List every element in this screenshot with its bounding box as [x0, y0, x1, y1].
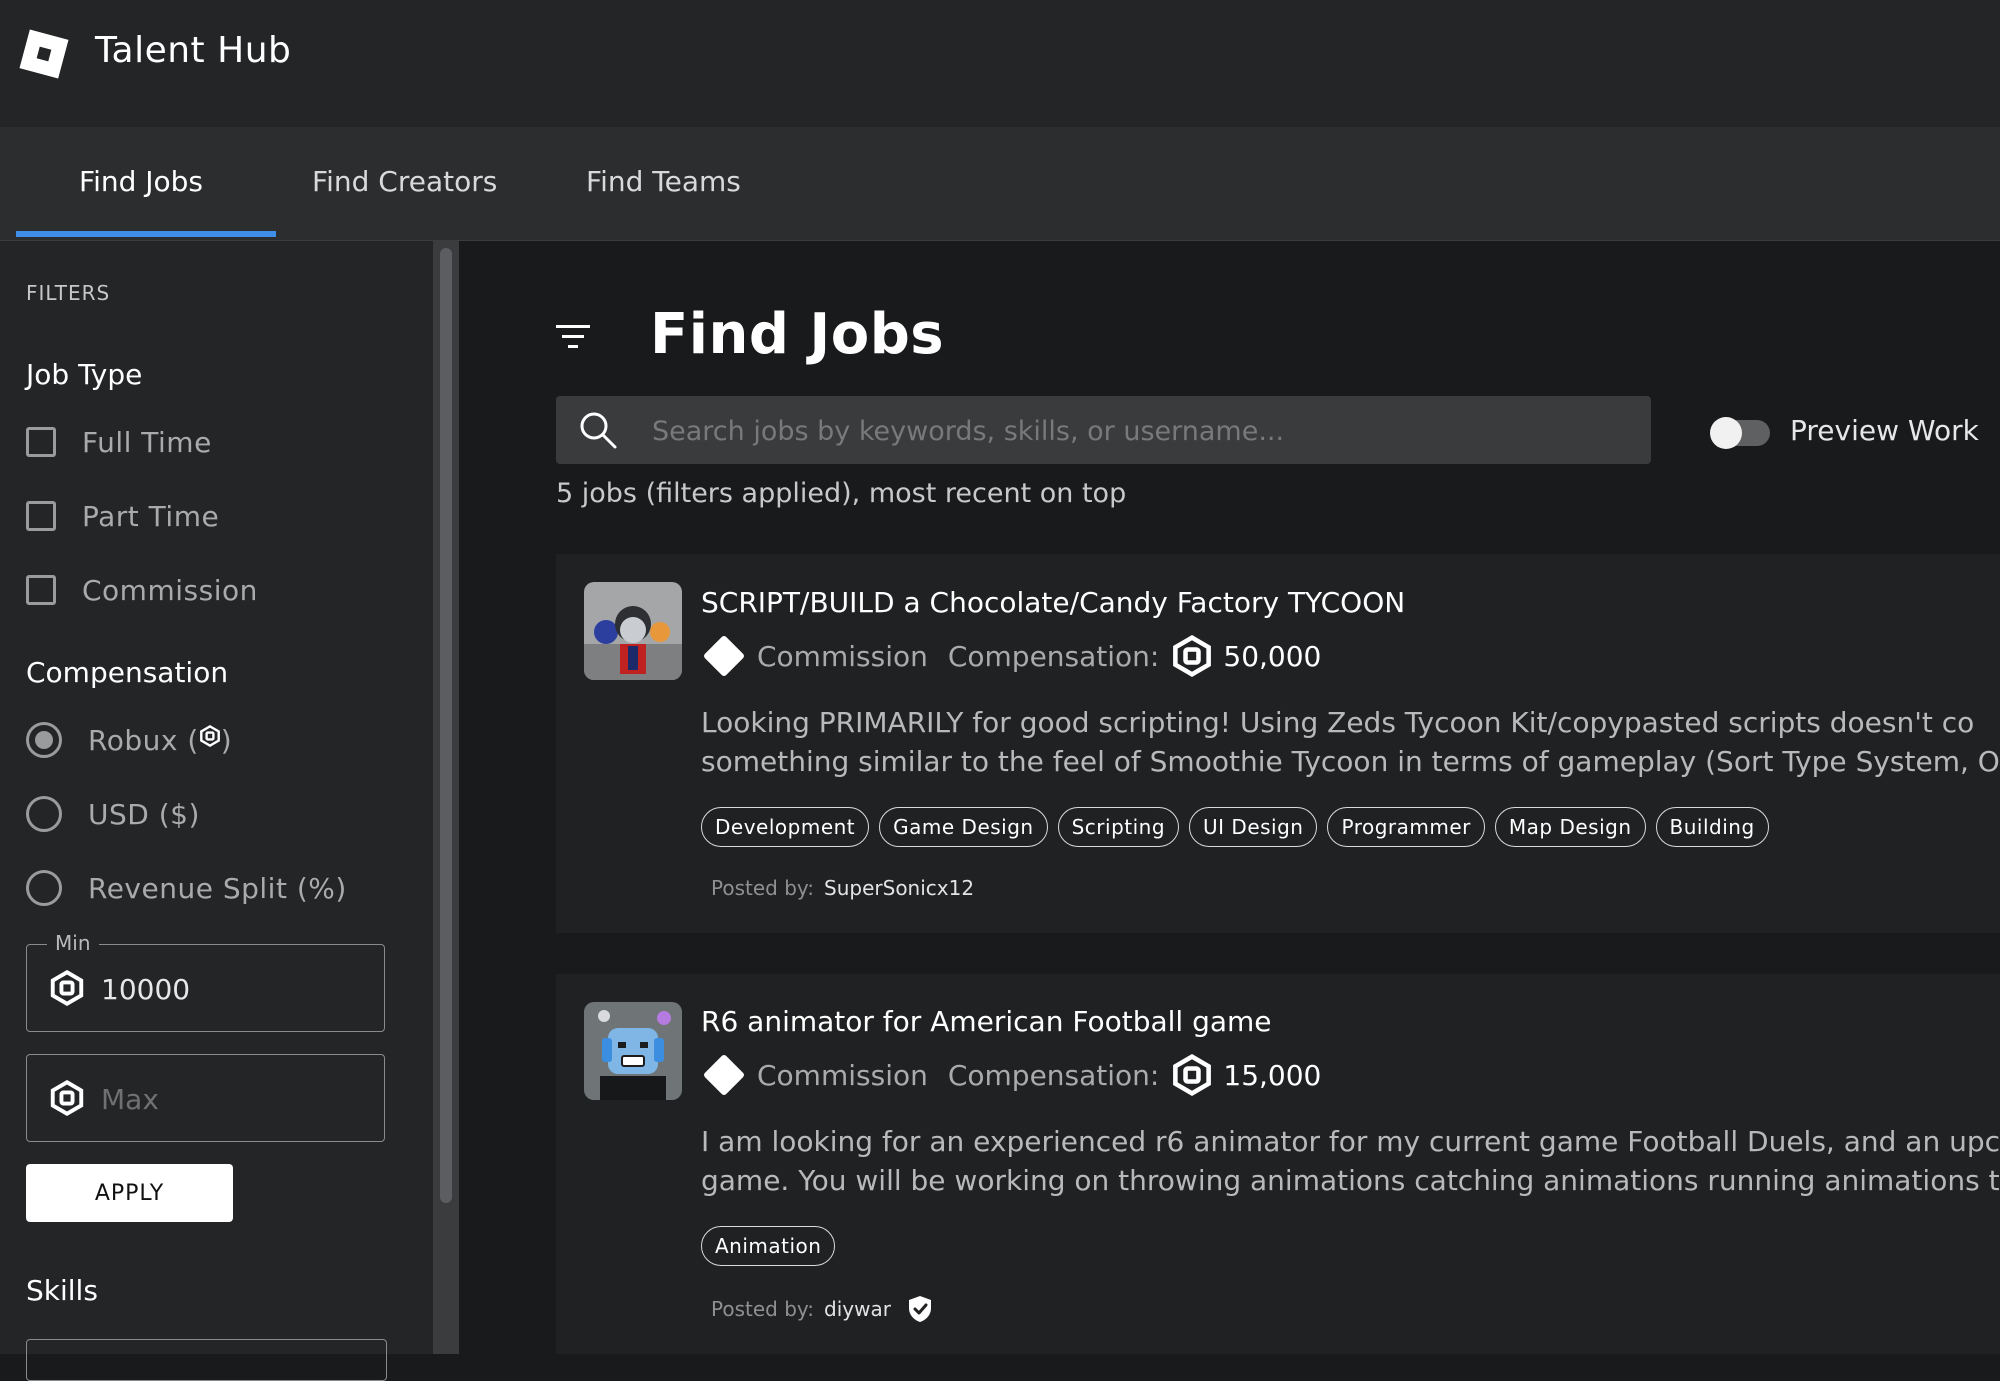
commission-checkbox[interactable]	[26, 575, 56, 605]
app-title[interactable]: Talent Hub	[95, 30, 291, 71]
preview-work-toggle[interactable]	[1710, 417, 1770, 449]
robux-icon	[50, 1080, 84, 1116]
tag-chip[interactable]: Scripting	[1057, 807, 1180, 847]
avatar-image	[584, 1002, 682, 1100]
sidebar-scrollbar-thumb[interactable]	[440, 248, 452, 1203]
search-icon	[580, 412, 617, 449]
tag-chip[interactable]: Map Design	[1494, 807, 1646, 847]
compensation-amount: 50,000	[1223, 639, 1322, 673]
tag-chip[interactable]: Animation	[701, 1226, 836, 1266]
commission-type-icon	[702, 634, 746, 678]
tab-find-teams[interactable]: Find Teams	[586, 165, 741, 198]
job-title[interactable]: SCRIPT/BUILD a Chocolate/Candy Factory T…	[701, 586, 1405, 619]
tag-chip[interactable]: UI Design	[1189, 807, 1318, 847]
robux-label-suffix: )	[220, 723, 233, 757]
tag-chip[interactable]: Programmer	[1327, 807, 1485, 847]
filter-revenue-split[interactable]: Revenue Split (%)	[26, 868, 347, 908]
compensation-label: Compensation:	[947, 639, 1160, 673]
min-input[interactable]	[99, 965, 373, 1013]
max-compensation-field[interactable]	[26, 1054, 385, 1142]
poster-username[interactable]: SuperSonicx12	[824, 876, 974, 900]
compensation-amount: 15,000	[1223, 1058, 1322, 1092]
compensation-title: Compensation	[26, 656, 229, 689]
filter-robux[interactable]: Robux ()	[26, 720, 232, 760]
filter-part-time[interactable]: Part Time	[26, 496, 219, 536]
job-title[interactable]: R6 animator for American Football game	[701, 1005, 1272, 1038]
active-tab-indicator	[16, 231, 276, 237]
tab-find-jobs[interactable]: Find Jobs	[79, 165, 203, 198]
verified-badge-icon	[908, 1296, 931, 1322]
preview-work-label: Preview Work	[1790, 414, 1979, 447]
job-description-line-2: game. You will be working on throwing an…	[701, 1164, 2000, 1197]
filter-full-time[interactable]: Full Time	[26, 422, 212, 462]
usd-label: USD ($)	[88, 797, 200, 831]
avatar-image	[584, 582, 682, 680]
compensation-label: Compensation:	[947, 1058, 1160, 1092]
revenue-split-label: Revenue Split (%)	[88, 871, 347, 905]
posted-by-label: Posted by:	[711, 1297, 815, 1321]
job-card[interactable]: R6 animator for American Football game C…	[556, 974, 2000, 1354]
filter-usd[interactable]: USD ($)	[26, 794, 200, 834]
page-title: Find Jobs	[650, 302, 945, 367]
job-type: Commission	[757, 1058, 928, 1092]
part-time-label: Part Time	[82, 499, 220, 533]
robux-label: Robux ()	[88, 724, 232, 757]
commission-label: Commission	[82, 573, 258, 607]
job-avatar[interactable]	[584, 582, 682, 680]
part-time-checkbox[interactable]	[26, 501, 56, 531]
job-tags: Development Game Design Scripting UI Des…	[701, 807, 1779, 847]
min-legend: Min	[47, 931, 99, 955]
usd-radio[interactable]	[26, 796, 62, 832]
min-compensation-field[interactable]: Min	[26, 931, 385, 1032]
job-meta: Commission Compensation: 15,000	[701, 1050, 1321, 1100]
max-input[interactable]	[99, 1075, 373, 1123]
job-type: Commission	[757, 639, 928, 673]
tab-find-creators[interactable]: Find Creators	[312, 165, 497, 198]
full-time-checkbox[interactable]	[26, 427, 56, 457]
revenue-split-radio[interactable]	[26, 870, 62, 906]
job-avatar[interactable]	[584, 1002, 682, 1100]
job-description-line-2: something similar to the feel of Smoothi…	[701, 745, 2000, 778]
commission-type-icon	[702, 1053, 746, 1097]
job-tags: Animation	[701, 1226, 845, 1266]
tag-chip[interactable]: Game Design	[879, 807, 1048, 847]
robux-icon	[50, 970, 84, 1006]
robux-icon	[1171, 1054, 1213, 1096]
apply-button[interactable]: APPLY	[26, 1164, 233, 1222]
job-card[interactable]: SCRIPT/BUILD a Chocolate/Candy Factory T…	[556, 554, 2000, 933]
preview-work-toggle-knob	[1710, 417, 1742, 449]
job-description-line-1: Looking PRIMARILY for good scripting! Us…	[701, 706, 1975, 739]
filter-menu-icon[interactable]	[556, 322, 590, 352]
tag-chip[interactable]: Development	[701, 807, 870, 847]
posted-by: Posted by: SuperSonicx12	[711, 876, 974, 900]
skills-field[interactable]	[26, 1339, 387, 1381]
top-header: Talent Hub	[0, 0, 2000, 127]
tag-chip[interactable]: Building	[1655, 807, 1769, 847]
skills-title: Skills	[26, 1274, 98, 1307]
poster-username[interactable]: diywar	[824, 1297, 891, 1321]
posted-by: Posted by: diywar	[711, 1295, 933, 1323]
filters-heading: FILTERS	[26, 281, 111, 305]
posted-by-label: Posted by:	[711, 876, 815, 900]
robux-icon	[1171, 635, 1213, 677]
job-meta: Commission Compensation: 50,000	[701, 631, 1321, 681]
result-count: 5 jobs (filters applied), most recent on…	[556, 478, 1127, 509]
search-input[interactable]	[650, 407, 1634, 455]
job-description-line-1: I am looking for an experienced r6 anima…	[701, 1125, 2000, 1158]
robux-radio[interactable]	[26, 722, 62, 758]
robux-icon	[199, 724, 220, 747]
robux-label-prefix: Robux (	[88, 723, 199, 757]
full-time-label: Full Time	[82, 425, 212, 459]
main-tabs: Find Jobs Find Creators Find Teams	[0, 127, 2000, 241]
job-type-title: Job Type	[26, 358, 143, 391]
roblox-logo-icon[interactable]	[18, 28, 70, 80]
filter-commission[interactable]: Commission	[26, 570, 258, 610]
